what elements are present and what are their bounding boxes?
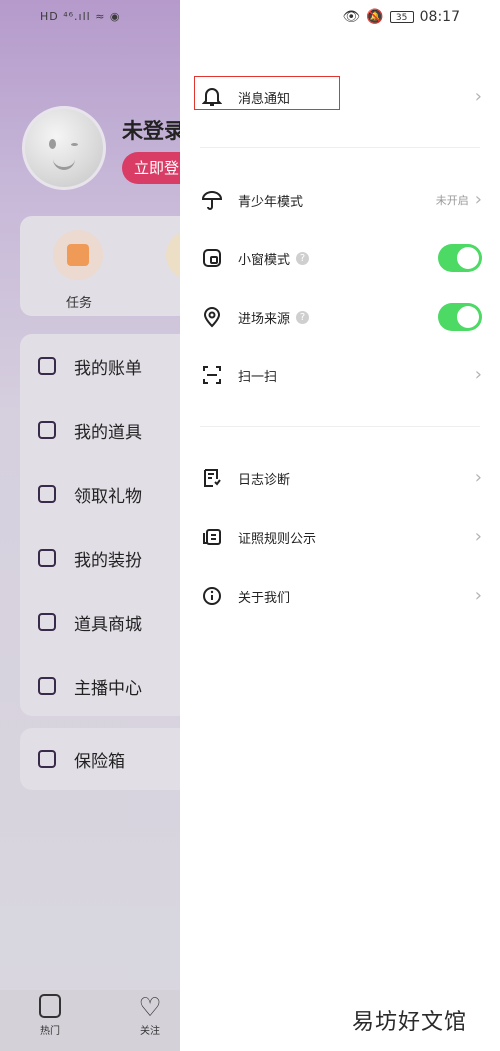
menu-item-streamer[interactable]: 主播中心 <box>38 671 142 701</box>
menu-item-safe-box[interactable]: 保险箱 <box>38 744 125 774</box>
location-pin-icon <box>200 305 224 329</box>
tab-follow[interactable]: ♡ 关注 <box>130 994 170 1037</box>
mini-window-toggle[interactable] <box>438 244 482 272</box>
status-icons-left: HD ⁴⁶.ıll ≈ ◉ <box>40 10 121 23</box>
props-icon <box>38 421 56 439</box>
chevron-right-icon: › <box>474 467 482 488</box>
divider <box>200 426 480 427</box>
chevron-right-icon: › <box>474 526 482 547</box>
entry-source-toggle[interactable] <box>438 303 482 331</box>
chevron-right-icon: › <box>474 364 482 385</box>
row-log-diagnosis[interactable]: 日志诊断 › <box>200 458 482 498</box>
row-entry-source: 进场来源 ? <box>200 297 482 337</box>
heart-plus-icon: ♡ <box>138 993 162 1023</box>
mute-bell-icon: 🔕 <box>366 9 384 25</box>
row-scan[interactable]: 扫一扫 › <box>200 355 482 395</box>
log-icon <box>200 466 224 490</box>
menu-item-gift[interactable]: 领取礼物 <box>38 479 142 509</box>
menu-item-outfit[interactable]: 我的装扮 <box>38 543 142 573</box>
clock: 08:17 <box>419 9 460 25</box>
gift-icon <box>38 485 56 503</box>
umbrella-icon <box>200 188 224 212</box>
battery-icon: 35 <box>389 11 414 23</box>
task-icon[interactable] <box>53 230 103 280</box>
row-teen-mode[interactable]: 青少年模式 未开启 › <box>200 180 482 220</box>
task-card: 任务 <box>20 216 216 316</box>
chevron-right-icon: › <box>474 189 482 210</box>
bill-icon <box>38 357 56 375</box>
info-icon <box>200 584 224 608</box>
avatar[interactable] <box>22 106 106 190</box>
safe-box-card: 保险箱 <box>20 728 195 790</box>
help-icon[interactable]: ? <box>296 310 310 324</box>
safe-icon <box>38 750 56 768</box>
home-icon <box>39 994 61 1018</box>
scan-icon <box>200 363 224 387</box>
camera-icon <box>38 677 56 695</box>
mini-window-icon <box>200 246 224 270</box>
chevron-right-icon: › <box>474 585 482 606</box>
shop-icon <box>38 613 56 631</box>
menu-item-shop[interactable]: 道具商城 <box>38 607 142 637</box>
menu-card: 我的账单 我的道具 领取礼物 我的装扮 道具商城 主播中心 <box>20 334 195 716</box>
menu-item-bill[interactable]: 我的账单 <box>38 351 142 381</box>
row-mini-window: 小窗模式 ? <box>200 238 482 278</box>
background-panel: HD ⁴⁶.ıll ≈ ◉ 未登录 立即登 任务 我的账单 我的道具 领取礼物 … <box>0 0 216 1051</box>
tab-hot[interactable]: 热门 <box>30 994 70 1037</box>
settings-drawer: 👁 🔕 35 08:17 消息通知 › 青少年模式 未开启 › 小窗模式 ? 进场… <box>180 0 500 1051</box>
status-bar-right: 👁 🔕 35 08:17 <box>342 9 460 25</box>
shirt-icon <box>38 549 56 567</box>
row-about[interactable]: 关于我们 › <box>200 576 482 616</box>
menu-item-props[interactable]: 我的道具 <box>38 415 142 445</box>
task-label: 任务 <box>66 296 93 311</box>
license-icon <box>200 525 224 549</box>
bottom-tab-bar: 热门 ♡ 关注 <box>0 990 180 1051</box>
user-name: 未登录 <box>122 119 185 143</box>
help-icon[interactable]: ? <box>296 251 310 265</box>
eye-icon: 👁 <box>342 9 361 25</box>
watermark: 易坊好文馆 <box>352 1010 468 1035</box>
chevron-right-icon: › <box>474 86 482 107</box>
row-license[interactable]: 证照规则公示 › <box>200 517 482 557</box>
divider <box>200 147 480 148</box>
teen-mode-status: 未开启 <box>435 194 469 207</box>
notification-highlight-box <box>194 76 340 110</box>
